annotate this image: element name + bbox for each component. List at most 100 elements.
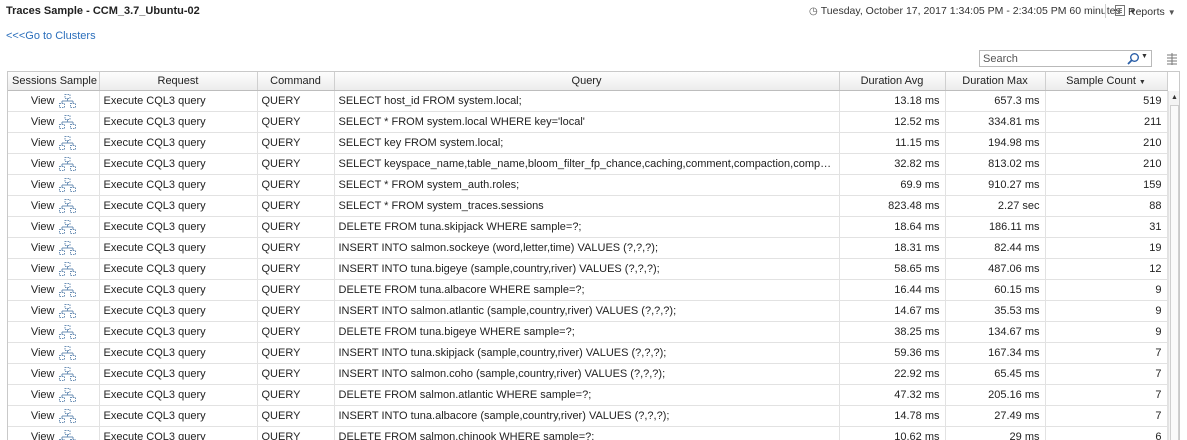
session-tree-icon[interactable]	[58, 114, 76, 130]
column-header-command[interactable]: Command	[257, 72, 335, 91]
request-cell: Execute CQL3 query	[99, 258, 258, 280]
table-row[interactable]: View Execute CQL3 query QUERY INSERT INTO t…	[8, 405, 1168, 427]
table-row[interactable]: View Execute CQL3 query QUERY INSERT INTO s…	[8, 300, 1168, 322]
session-tree-icon[interactable]	[58, 135, 76, 151]
duration-max-cell: 194.98 ms	[945, 132, 1046, 154]
table-row[interactable]: View Execute CQL3 query QUERY SELECT key FR…	[8, 132, 1168, 154]
session-tree-icon[interactable]	[58, 177, 76, 193]
view-sessions-link[interactable]: View	[31, 431, 55, 440]
search-icon[interactable]	[1126, 52, 1140, 66]
column-header-request[interactable]: Request	[99, 72, 258, 91]
view-sessions-link[interactable]: View	[31, 347, 55, 359]
session-tree-icon[interactable]	[58, 261, 76, 277]
command-cell: QUERY	[257, 153, 335, 175]
table-row[interactable]: View Execute CQL3 query QUERY INSERT INTO s…	[8, 237, 1168, 259]
view-sessions-link[interactable]: View	[31, 326, 55, 338]
session-tree-icon[interactable]	[58, 93, 76, 109]
sample-count-cell: 7	[1045, 342, 1168, 364]
sessions-sample-cell: View	[8, 237, 100, 259]
table-row[interactable]: View Execute CQL3 query QUERY DELETE FROM s…	[8, 426, 1168, 440]
table-row[interactable]: View Execute CQL3 query QUERY DELETE FROM t…	[8, 321, 1168, 343]
session-tree-icon[interactable]	[58, 366, 76, 382]
view-sessions-link[interactable]: View	[31, 305, 55, 317]
session-tree-icon[interactable]	[58, 240, 76, 256]
vertical-scrollbar[interactable]: ▲	[1168, 91, 1179, 440]
view-sessions-link[interactable]: View	[31, 200, 55, 212]
table-row[interactable]: View Execute CQL3 query QUERY INSERT INTO s…	[8, 363, 1168, 385]
reports-menu[interactable]: Reports ▼	[1115, 5, 1176, 18]
view-sessions-link[interactable]: View	[31, 284, 55, 296]
search-input[interactable]	[980, 51, 1120, 66]
session-tree-icon[interactable]	[58, 387, 76, 403]
view-sessions-link[interactable]: View	[31, 368, 55, 380]
query-cell: DELETE FROM tuna.skipjack WHERE sample=?…	[334, 216, 840, 238]
query-cell: DELETE FROM salmon.atlantic WHERE sample…	[334, 384, 840, 406]
view-sessions-link[interactable]: View	[31, 137, 55, 149]
time-range-selector[interactable]: ◷ Tuesday, October 17, 2017 1:34:05 PM - …	[809, 5, 1137, 17]
table-row[interactable]: View Execute CQL3 query QUERY SELECT * FROM…	[8, 195, 1168, 217]
search-options-chevron-icon[interactable]: ▼	[1141, 53, 1148, 60]
view-sessions-link[interactable]: View	[31, 389, 55, 401]
column-header-query[interactable]: Query	[334, 72, 840, 91]
command-cell: QUERY	[257, 384, 335, 406]
column-header-duration-max[interactable]: Duration Max	[945, 72, 1046, 91]
request-cell: Execute CQL3 query	[99, 237, 258, 259]
view-sessions-link[interactable]: View	[31, 221, 55, 233]
scroll-up-arrow-icon[interactable]: ▲	[1171, 94, 1178, 101]
sample-count-cell: 210	[1045, 153, 1168, 175]
duration-avg-cell: 18.31 ms	[839, 237, 946, 259]
query-cell: SELECT keyspace_name,table_name,bloom_fi…	[334, 153, 840, 175]
column-header-sessions-sample[interactable]: Sessions Sample	[8, 72, 100, 91]
session-tree-icon[interactable]	[58, 219, 76, 235]
session-tree-icon[interactable]	[58, 324, 76, 340]
session-tree-icon[interactable]	[58, 198, 76, 214]
table-header-row: Sessions Sample Request Command Query Du…	[8, 72, 1168, 91]
query-cell: SELECT * FROM system_auth.roles;	[334, 174, 840, 196]
table-row[interactable]: View Execute CQL3 query QUERY SELECT host_i…	[8, 90, 1168, 112]
sample-count-header-label: Sample Count	[1066, 74, 1136, 87]
duration-avg-cell: 59.36 ms	[839, 342, 946, 364]
table-row[interactable]: View Execute CQL3 query QUERY INSERT INTO t…	[8, 258, 1168, 280]
request-cell: Execute CQL3 query	[99, 153, 258, 175]
session-tree-icon[interactable]	[58, 408, 76, 424]
scrollbar-thumb[interactable]	[1170, 105, 1179, 440]
sample-count-cell: 210	[1045, 132, 1168, 154]
session-tree-icon[interactable]	[58, 282, 76, 298]
session-tree-icon[interactable]	[58, 303, 76, 319]
column-header-sample-count[interactable]: Sample Count ▼	[1045, 72, 1168, 91]
sessions-sample-cell: View	[8, 426, 100, 440]
duration-max-cell: 205.16 ms	[945, 384, 1046, 406]
view-sessions-link[interactable]: View	[31, 158, 55, 170]
table-row[interactable]: View Execute CQL3 query QUERY INSERT INTO t…	[8, 342, 1168, 364]
session-tree-icon[interactable]	[58, 156, 76, 172]
duration-avg-cell: 58.65 ms	[839, 258, 946, 280]
traces-grid: Sessions Sample Request Command Query Du…	[7, 71, 1180, 440]
view-sessions-link[interactable]: View	[31, 263, 55, 275]
command-cell: QUERY	[257, 300, 335, 322]
session-tree-icon[interactable]	[58, 345, 76, 361]
table-row[interactable]: View Execute CQL3 query QUERY DELETE FROM s…	[8, 384, 1168, 406]
table-row[interactable]: View Execute CQL3 query QUERY DELETE FROM t…	[8, 279, 1168, 301]
table-row[interactable]: View Execute CQL3 query QUERY DELETE FROM t…	[8, 216, 1168, 238]
duration-max-cell: 813.02 ms	[945, 153, 1046, 175]
duration-max-cell: 186.11 ms	[945, 216, 1046, 238]
search-box[interactable]: ▼	[979, 50, 1152, 67]
table-row[interactable]: View Execute CQL3 query QUERY SELECT * FROM…	[8, 111, 1168, 133]
view-sessions-link[interactable]: View	[31, 242, 55, 254]
sample-count-cell: 88	[1045, 195, 1168, 217]
go-to-clusters-link[interactable]: <<<Go to Clusters	[6, 30, 96, 42]
column-header-duration-avg[interactable]: Duration Avg	[839, 72, 946, 91]
table-row[interactable]: View Execute CQL3 query QUERY SELECT keyspa…	[8, 153, 1168, 175]
view-sessions-link[interactable]: View	[31, 179, 55, 191]
view-sessions-link[interactable]: View	[31, 95, 55, 107]
column-settings-icon[interactable]	[1165, 52, 1179, 66]
view-sessions-link[interactable]: View	[31, 410, 55, 422]
sessions-sample-cell: View	[8, 111, 100, 133]
table-row[interactable]: View Execute CQL3 query QUERY SELECT * FROM…	[8, 174, 1168, 196]
session-tree-icon[interactable]	[58, 429, 76, 440]
duration-avg-cell: 823.48 ms	[839, 195, 946, 217]
request-cell: Execute CQL3 query	[99, 300, 258, 322]
duration-max-cell: 487.06 ms	[945, 258, 1046, 280]
view-sessions-link[interactable]: View	[31, 116, 55, 128]
duration-max-cell: 82.44 ms	[945, 237, 1046, 259]
